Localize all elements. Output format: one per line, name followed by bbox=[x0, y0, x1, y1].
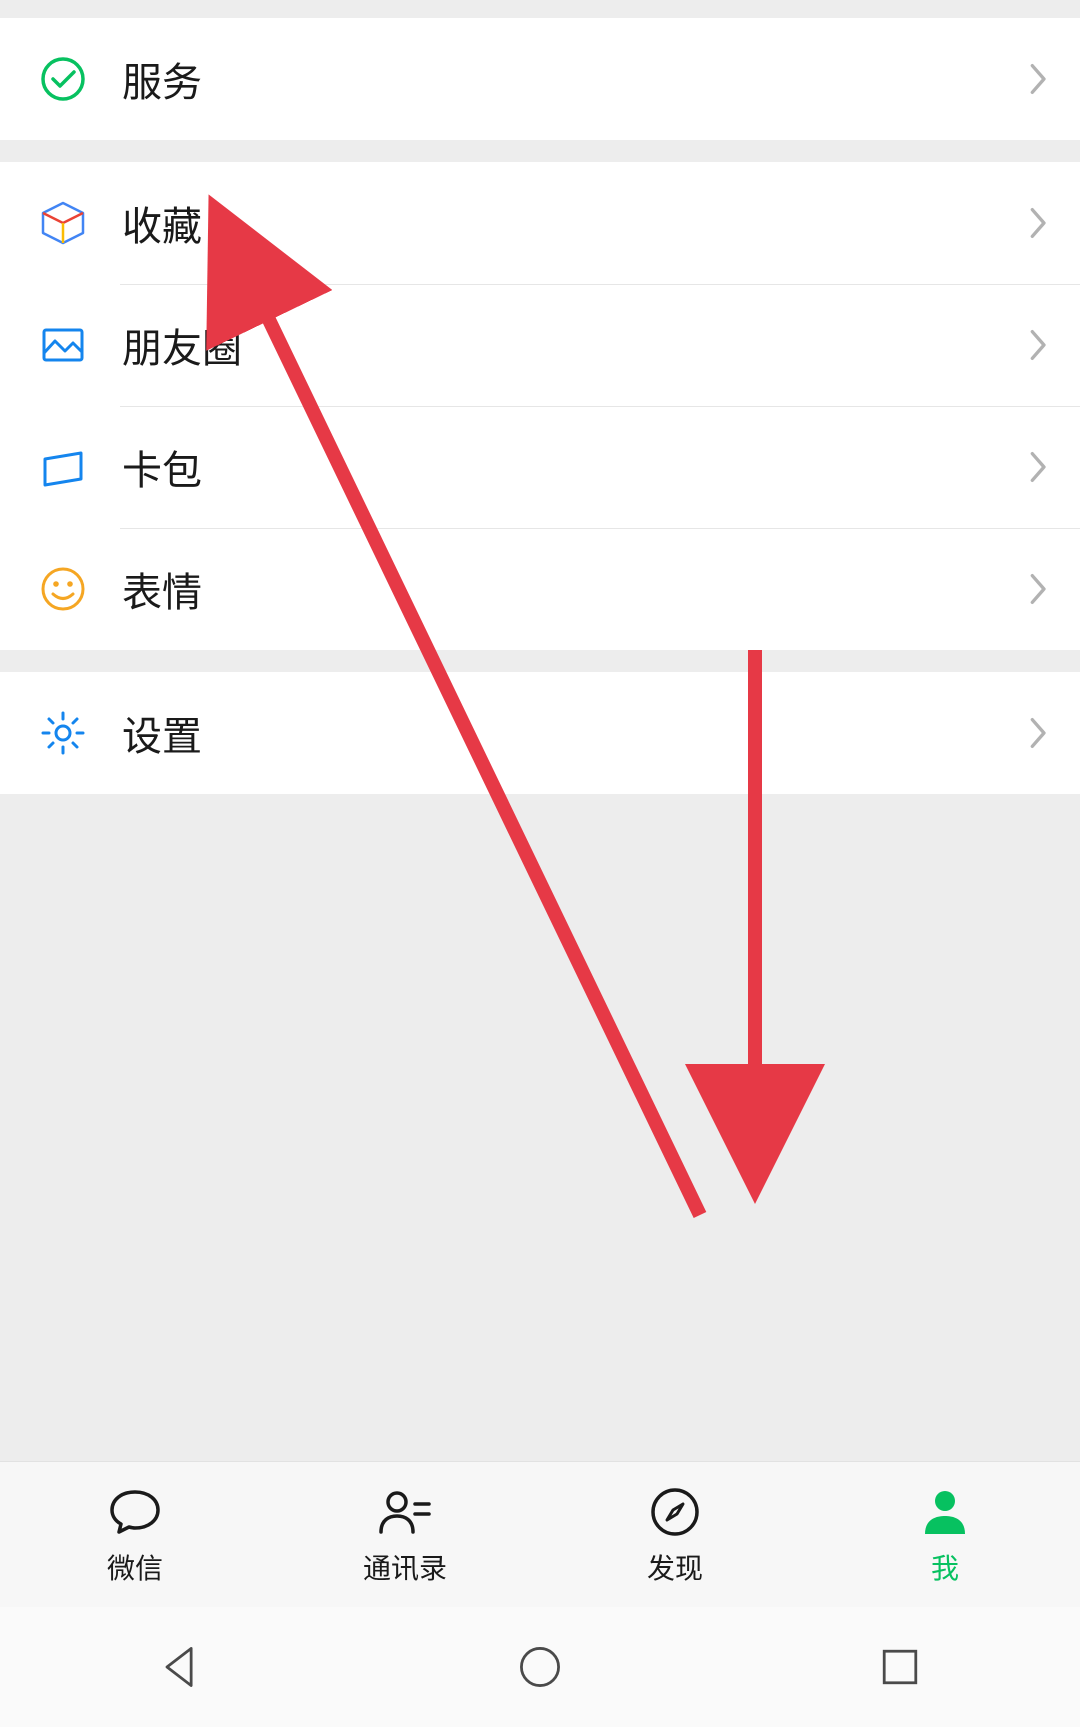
tab-contacts[interactable]: 通讯录 bbox=[270, 1462, 540, 1607]
chevron-right-icon bbox=[1028, 60, 1050, 98]
section-main: 收藏 朋友圈 卡包 bbox=[0, 162, 1080, 650]
tab-label: 我 bbox=[931, 1547, 959, 1587]
android-nav-bar bbox=[0, 1607, 1080, 1727]
nav-recent-button[interactable] bbox=[870, 1637, 930, 1697]
chat-bubble-icon bbox=[106, 1483, 164, 1541]
contacts-icon bbox=[376, 1483, 434, 1541]
chevron-right-icon bbox=[1028, 204, 1050, 242]
wallet-icon bbox=[38, 442, 88, 492]
row-favorites[interactable]: 收藏 bbox=[0, 162, 1080, 284]
chevron-right-icon bbox=[1028, 570, 1050, 608]
services-icon bbox=[38, 54, 88, 104]
compass-icon bbox=[646, 1483, 704, 1541]
content-scroll[interactable]: 服务 收藏 bbox=[0, 0, 1080, 1461]
row-label: 服务 bbox=[122, 50, 1028, 108]
chevron-right-icon bbox=[1028, 326, 1050, 364]
row-settings[interactable]: 设置 bbox=[0, 672, 1080, 794]
gear-icon bbox=[38, 708, 88, 758]
row-label: 卡包 bbox=[122, 438, 1028, 496]
tab-me[interactable]: 我 bbox=[810, 1462, 1080, 1607]
section-services: 服务 bbox=[0, 18, 1080, 140]
row-stickers[interactable]: 表情 bbox=[0, 528, 1080, 650]
nav-back-button[interactable] bbox=[150, 1637, 210, 1697]
row-label: 设置 bbox=[122, 704, 1028, 762]
cube-icon bbox=[38, 198, 88, 248]
row-label: 表情 bbox=[122, 560, 1028, 618]
person-icon bbox=[916, 1483, 974, 1541]
gallery-icon bbox=[38, 320, 88, 370]
tab-chats[interactable]: 微信 bbox=[0, 1462, 270, 1607]
emoji-icon bbox=[38, 564, 88, 614]
row-moments[interactable]: 朋友圈 bbox=[0, 284, 1080, 406]
row-services[interactable]: 服务 bbox=[0, 18, 1080, 140]
row-label: 朋友圈 bbox=[122, 316, 1028, 374]
tab-discover[interactable]: 发现 bbox=[540, 1462, 810, 1607]
chevron-right-icon bbox=[1028, 714, 1050, 752]
chevron-right-icon bbox=[1028, 448, 1050, 486]
tab-label: 发现 bbox=[647, 1547, 703, 1587]
tab-label: 通讯录 bbox=[363, 1547, 447, 1587]
row-label: 收藏 bbox=[122, 194, 1028, 252]
tab-bar: 微信 通讯录 发现 我 bbox=[0, 1461, 1080, 1607]
tab-label: 微信 bbox=[107, 1547, 163, 1587]
row-cards[interactable]: 卡包 bbox=[0, 406, 1080, 528]
nav-home-button[interactable] bbox=[510, 1637, 570, 1697]
section-settings: 设置 bbox=[0, 672, 1080, 794]
